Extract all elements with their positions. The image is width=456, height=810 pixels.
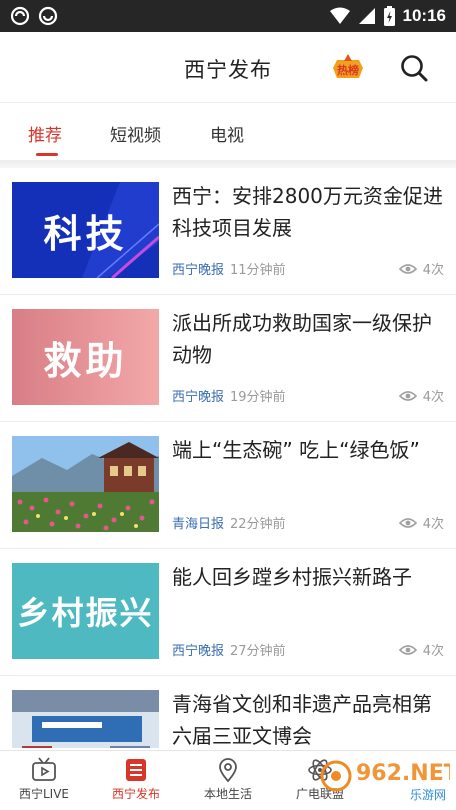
- news-thumbnail: 科技: [12, 182, 159, 278]
- signal-icon: [358, 8, 375, 24]
- news-item[interactable]: 救助 派出所成功救助国家一级保护动物 西宁晚报 19分钟前 4次: [0, 295, 456, 422]
- view-count: 4次: [398, 386, 444, 405]
- news-time: 11分钟前: [230, 263, 286, 278]
- news-item[interactable]: 乡村振兴 能人回乡蹚乡村振兴新路子 西宁晚报 27分钟前 4次: [0, 549, 456, 676]
- news-title[interactable]: 能人回乡蹚乡村振兴新路子: [172, 561, 444, 593]
- status-bar: 10:16: [0, 0, 456, 32]
- nav-label: 本地生活: [203, 787, 252, 801]
- app-header: 西宁发布 热榜: [0, 32, 456, 102]
- tab-short-video[interactable]: 短视频: [110, 121, 161, 146]
- nav-label: 西宁LIVE: [18, 787, 70, 801]
- thumbnail-caption: 乡村振兴: [17, 594, 154, 632]
- news-time: 22分钟前: [230, 517, 286, 532]
- news-time: 19分钟前: [230, 390, 286, 405]
- list-icon: [126, 759, 146, 781]
- news-meta: 青海日报 22分钟前 4次: [172, 513, 444, 532]
- channel-tabs: 推荐 短视频 电视: [0, 102, 456, 160]
- news-time: 27分钟前: [230, 644, 286, 659]
- view-count: 4次: [398, 259, 444, 278]
- news-source[interactable]: 西宁晚报: [172, 644, 224, 659]
- status-time: 10:16: [402, 6, 446, 25]
- location-icon: [219, 758, 237, 783]
- view-count-text: 4次: [422, 390, 444, 405]
- news-thumbnail: 乡村振兴: [12, 563, 159, 659]
- hot-badge-label: 热榜: [337, 63, 359, 77]
- news-item[interactable]: 科技 西宁：安排2800万元资金促进科技项目发展 西宁晚报 11分钟前 4次: [0, 168, 456, 295]
- wifi-icon: [329, 7, 350, 24]
- status-left: [10, 6, 58, 26]
- active-tab-indicator: [36, 153, 58, 156]
- battery-charging-icon: [383, 6, 395, 26]
- watermark-sub: 乐游网: [410, 788, 446, 802]
- nav-item-local-life[interactable]: 本地生活: [190, 757, 266, 802]
- view-count-text: 4次: [422, 263, 444, 278]
- divider: [0, 160, 456, 168]
- news-feed[interactable]: 科技 西宁：安排2800万元资金促进科技项目发展 西宁晚报 11分钟前 4次 救助…: [0, 168, 456, 748]
- eye-icon: [398, 390, 417, 401]
- thumbnail-caption: 科技: [43, 211, 128, 256]
- news-source[interactable]: 青海日报: [172, 517, 224, 532]
- tv-icon: [32, 757, 56, 781]
- news-thumbnail: [12, 436, 159, 532]
- search-icon[interactable]: [398, 52, 430, 84]
- news-title[interactable]: 端上“生态碗” 吃上“绿色饭”: [172, 434, 444, 466]
- eye-icon: [398, 263, 417, 274]
- app-notification-icon: [38, 6, 58, 26]
- news-thumbnail: [12, 690, 159, 748]
- watermark-logo: 962.NET 乐游网: [320, 760, 450, 802]
- nav-item-xining-publish[interactable]: 西宁发布: [98, 757, 174, 802]
- watermark-brand: 962.NET: [356, 761, 450, 786]
- eye-icon: [398, 517, 417, 528]
- news-meta: 西宁晚报 11分钟前 4次: [172, 259, 444, 278]
- news-meta: 西宁晚报 19分钟前 4次: [172, 386, 444, 405]
- eye-icon: [398, 644, 417, 655]
- news-thumbnail: 救助: [12, 309, 159, 405]
- status-right: 10:16: [329, 6, 446, 26]
- tab-tv[interactable]: 电视: [210, 121, 244, 146]
- news-item[interactable]: 端上“生态碗” 吃上“绿色饭” 青海日报 22分钟前 4次: [0, 422, 456, 549]
- view-count: 4次: [398, 513, 444, 532]
- news-source[interactable]: 西宁晚报: [172, 263, 224, 278]
- news-meta: 西宁晚报 27分钟前 4次: [172, 640, 444, 659]
- news-title[interactable]: 西宁：安排2800万元资金促进科技项目发展: [172, 180, 444, 244]
- news-title[interactable]: 青海省文创和非遗产品亮相第六届三亚文博会: [172, 688, 444, 748]
- view-count-text: 4次: [422, 517, 444, 532]
- news-title[interactable]: 派出所成功救助国家一级保护动物: [172, 307, 444, 371]
- nav-item-xining-live[interactable]: 西宁LIVE: [6, 757, 82, 802]
- view-count-text: 4次: [422, 644, 444, 659]
- hot-list-button[interactable]: 热榜: [331, 54, 365, 80]
- app-notification-icon: [10, 6, 30, 26]
- page-title: 西宁发布: [184, 58, 272, 82]
- thumbnail-caption: 救助: [43, 338, 128, 383]
- tab-recommend[interactable]: 推荐: [28, 121, 62, 146]
- nav-label: 西宁发布: [111, 787, 160, 801]
- news-source[interactable]: 西宁晚报: [172, 390, 224, 405]
- view-count: 4次: [398, 640, 444, 659]
- expo-photo-image: [12, 690, 159, 748]
- village-photo-image: [12, 436, 159, 532]
- news-item[interactable]: 青海省文创和非遗产品亮相第六届三亚文博会: [0, 676, 456, 748]
